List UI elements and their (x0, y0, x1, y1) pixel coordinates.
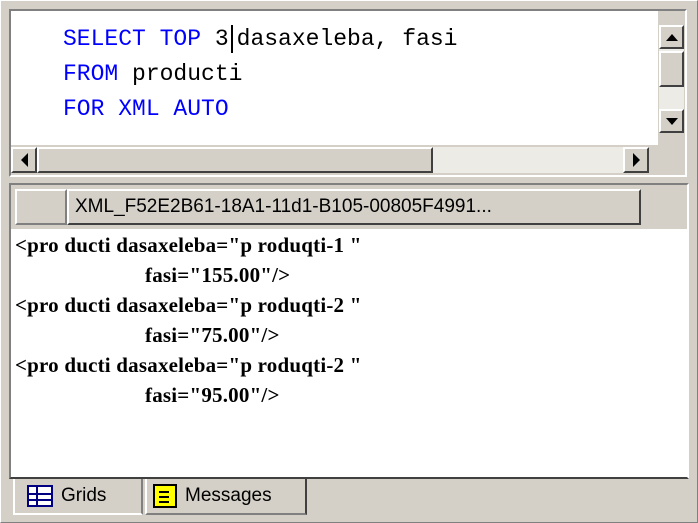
xml-result-line: fasi="75.00"/> (145, 323, 280, 347)
tab-grids-label: Grids (61, 485, 107, 506)
code-line-1[interactable]: SELECT TOP 3 dasaxeleba, fasi (63, 25, 457, 53)
arrow-up-icon (665, 33, 678, 41)
results-pane: XML_F52E2B61-18A1-11d1-B105-00805F4991..… (9, 183, 689, 479)
xml-result-line: <pro ducti dasaxeleba="p roduqti-2 " (15, 293, 362, 317)
arrow-left-icon (20, 153, 28, 167)
xml-column-header[interactable]: XML_F52E2B61-18A1-11d1-B105-00805F4991..… (67, 189, 641, 225)
code-line-3[interactable]: FOR XML AUTO (63, 95, 229, 123)
xml-result-line: fasi="155.00"/> (145, 263, 291, 287)
keyword: SELECT TOP (63, 26, 202, 52)
code-text: 3 (201, 26, 229, 52)
vertical-scroll-thumb[interactable] (659, 51, 684, 87)
tab-grids[interactable]: Grids (13, 479, 143, 515)
xml-result-line: <pro ducti dasaxeleba="p roduqti-2 " (15, 353, 362, 377)
grid-icon (27, 485, 53, 507)
vertical-scrollbar[interactable] (658, 11, 685, 145)
code-line-2[interactable]: FROM producti (63, 60, 242, 88)
keyword: FROM (63, 61, 119, 87)
keyword: FOR XML AUTO (63, 96, 229, 122)
arrow-down-icon (665, 117, 678, 125)
scrollbar-corner (658, 145, 685, 175)
xml-results-grid[interactable]: <pro ducti dasaxeleba="p roduqti-1 " fas… (11, 229, 687, 477)
code-text: dasaxeleba, fasi (236, 26, 458, 52)
xml-result-line: fasi="95.00"/> (145, 383, 280, 407)
arrow-right-icon (632, 153, 640, 167)
code-text: producti (118, 61, 243, 87)
text-caret (230, 25, 233, 53)
horizontal-scroll-thumb[interactable] (37, 147, 433, 173)
results-tab-strip: Grids Messages (11, 479, 691, 517)
xml-result-line: <pro ducti dasaxeleba="p roduqti-1 " (15, 233, 362, 257)
scroll-up-button[interactable] (659, 25, 684, 49)
tab-messages-label: Messages (185, 485, 272, 506)
horizontal-scrollbar[interactable] (11, 145, 658, 175)
tab-messages[interactable]: Messages (145, 479, 307, 515)
scroll-down-button[interactable] (659, 109, 684, 133)
query-analyzer-window: SELECT TOP 3 dasaxeleba, fasi FROM produc… (0, 0, 698, 523)
sql-editor[interactable]: SELECT TOP 3 dasaxeleba, fasi FROM produc… (11, 11, 658, 145)
sql-editor-pane[interactable]: SELECT TOP 3 dasaxeleba, fasi FROM produc… (9, 9, 687, 177)
scroll-left-button[interactable] (11, 147, 37, 173)
results-header-row: XML_F52E2B61-18A1-11d1-B105-00805F4991..… (11, 185, 687, 229)
messages-icon (153, 484, 177, 508)
scroll-right-button[interactable] (623, 147, 649, 173)
row-selector-header[interactable] (15, 189, 67, 225)
